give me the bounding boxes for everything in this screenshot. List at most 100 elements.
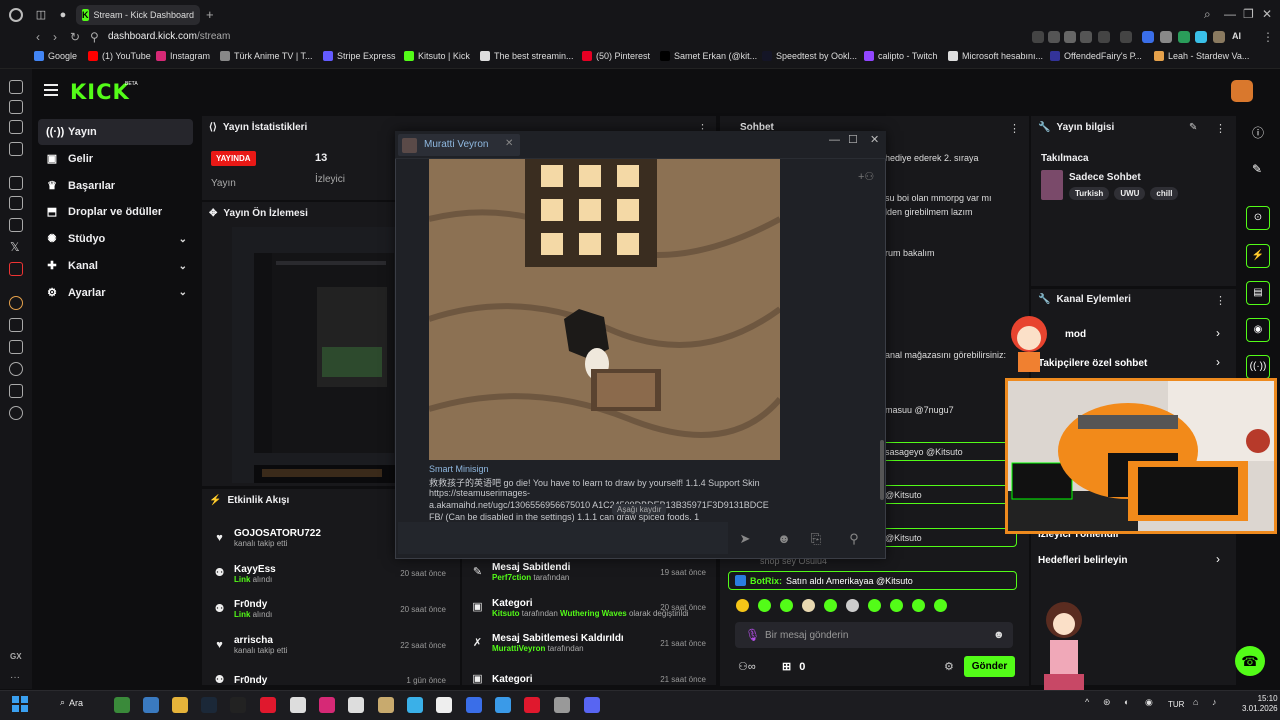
- extension-icon[interactable]: [1048, 31, 1060, 43]
- bookmark-item[interactable]: Microsoft hesabını...: [948, 51, 1043, 61]
- chevron-down-icon[interactable]: ⌄: [179, 234, 187, 245]
- quick-action-broadcast[interactable]: ((·)): [1246, 355, 1270, 379]
- emote-icon[interactable]: [824, 599, 837, 612]
- activity-user[interactable]: arrischa: [234, 635, 287, 646]
- forward-button[interactable]: ›: [53, 30, 57, 44]
- steam-scrollbar[interactable]: [880, 440, 884, 500]
- category-thumbnail[interactable]: [1041, 170, 1063, 200]
- rail-box-icon[interactable]: [9, 384, 23, 398]
- sidebar-item-channel[interactable]: ✚ Kanal ⌄: [38, 253, 193, 279]
- steam-app-icon[interactable]: [201, 697, 217, 713]
- rail-chat-icon[interactable]: [9, 176, 23, 190]
- steam-emoticon-icon[interactable]: ☻: [770, 528, 798, 550]
- rail-settings-icon[interactable]: [9, 406, 23, 420]
- rail-discord-icon[interactable]: [9, 218, 23, 232]
- ai-button[interactable]: AI: [1232, 31, 1241, 41]
- microphone-icon[interactable]: 🎙: [745, 628, 760, 642]
- sidebar-item-studio[interactable]: ✺ Stüdyo ⌄: [38, 226, 193, 252]
- bookmark-item[interactable]: Instagram: [156, 51, 210, 61]
- volume-icon[interactable]: ♪: [1212, 697, 1217, 707]
- emote-icon[interactable]: [736, 599, 749, 612]
- rail-instagram-icon[interactable]: [9, 100, 23, 114]
- actions-more-icon[interactable]: ⋮: [1215, 294, 1226, 307]
- browser-menu-icon[interactable]: ⋮: [1262, 30, 1274, 44]
- chat-settings-icon[interactable]: ⚙: [944, 660, 954, 673]
- extension-icon[interactable]: [1160, 31, 1172, 43]
- profile-avatar[interactable]: [1213, 31, 1225, 43]
- rail-app-icon[interactable]: [9, 142, 23, 156]
- activity-user[interactable]: Fr0ndy: [234, 675, 267, 686]
- edit-icon[interactable]: ✎: [1189, 122, 1197, 133]
- bookmark-item[interactable]: calipto - Twitch: [864, 51, 937, 61]
- steam-send-icon[interactable]: ➤: [731, 528, 759, 550]
- tab-kick-dashboard[interactable]: K Stream - Kick Dashboard: [76, 5, 200, 25]
- site-info-icon[interactable]: ⚲: [90, 30, 99, 44]
- activity-user[interactable]: GOJOSATORU722: [234, 528, 321, 539]
- emote-icon[interactable]: [934, 599, 947, 612]
- tray-icon[interactable]: ◉: [1145, 697, 1153, 708]
- play-extension-icon[interactable]: [1098, 31, 1110, 43]
- activity-user[interactable]: Fr0ndy: [234, 599, 272, 610]
- sidebar-item-broadcast[interactable]: ((·)) Yayın: [38, 119, 193, 145]
- steam-message-input[interactable]: [398, 522, 728, 554]
- action-mod[interactable]: mod: [1065, 329, 1086, 340]
- steam-attach-icon[interactable]: ⎘: [802, 528, 830, 550]
- rail-x-icon[interactable]: 𝕏: [10, 240, 20, 254]
- language-indicator[interactable]: TUR: [1168, 700, 1184, 709]
- bookmark-item[interactable]: The best streamin...: [480, 51, 574, 61]
- bookmark-item[interactable]: Leah - Stardew Va...: [1154, 51, 1249, 61]
- steam-minimize-button[interactable]: —: [829, 134, 840, 146]
- minimize-button[interactable]: —: [1224, 7, 1236, 21]
- file-app-icon[interactable]: [436, 697, 452, 713]
- extension-icon[interactable]: [1178, 31, 1190, 43]
- support-button[interactable]: ☎: [1235, 646, 1265, 676]
- tray-icon[interactable]: ◐: [1124, 697, 1129, 707]
- stream-tag[interactable]: UWU: [1114, 187, 1146, 200]
- users-icon[interactable]: ⚇∞: [738, 660, 756, 673]
- url-field[interactable]: dashboard.kick.com/stream: [108, 31, 230, 42]
- kick-logo[interactable]: KICK: [70, 80, 130, 104]
- app-icon[interactable]: [495, 697, 511, 713]
- scroll-down-button[interactable]: Aşağı kaydır: [612, 504, 667, 515]
- chevron-right-icon[interactable]: ›: [1216, 326, 1220, 340]
- extension-icon[interactable]: [1080, 31, 1092, 43]
- emote-icon[interactable]: [802, 599, 815, 612]
- chevron-down-icon[interactable]: ⌄: [179, 261, 187, 272]
- emote-icon[interactable]: [846, 599, 859, 612]
- clock[interactable]: 15:10 3.01.2026: [1242, 694, 1278, 714]
- search-tabs-icon[interactable]: ⌕: [1204, 7, 1211, 22]
- sidebar-item-trophy[interactable]: ♛ Başarılar: [38, 173, 193, 199]
- start-button[interactable]: [12, 696, 28, 712]
- steam-maximize-button[interactable]: ☐: [848, 133, 858, 146]
- add-friend-icon[interactable]: +⚇: [858, 170, 874, 183]
- tray-overflow-icon[interactable]: ^: [1085, 697, 1089, 707]
- bookmark-item[interactable]: Stripe Express: [323, 51, 396, 61]
- reload-button[interactable]: ↻: [70, 30, 80, 44]
- emote-icon[interactable]: [780, 599, 793, 612]
- opera-gx-icon[interactable]: [260, 697, 276, 713]
- bookmark-item[interactable]: (1) YouTube: [88, 51, 151, 61]
- bookmark-item[interactable]: Kitsuto | Kick: [404, 51, 470, 61]
- info-icon[interactable]: ⓘ: [1252, 124, 1264, 141]
- shared-screenshot[interactable]: [428, 159, 783, 460]
- desktop-app-icon[interactable]: [143, 697, 159, 713]
- emote-icon[interactable]: [890, 599, 903, 612]
- media-app-icon[interactable]: [290, 697, 306, 713]
- botrix-name[interactable]: BotRix:: [750, 576, 782, 586]
- app-icon[interactable]: [524, 697, 540, 713]
- stream-tag[interactable]: chill: [1150, 187, 1179, 200]
- bookmark-item[interactable]: Google: [34, 51, 77, 61]
- info-more-icon[interactable]: ⋮: [1215, 122, 1226, 135]
- rail-gx-icon[interactable]: GX: [10, 652, 22, 661]
- chat-more-icon[interactable]: ⋮: [1009, 122, 1020, 135]
- steam-message-line[interactable]: https://steamuserimages-: [429, 488, 530, 498]
- settings-app-icon[interactable]: [554, 697, 570, 713]
- file-explorer-icon[interactable]: [172, 697, 188, 713]
- steam-close-button[interactable]: ✕: [870, 133, 879, 146]
- app-icon[interactable]: [407, 697, 423, 713]
- rail-list-icon[interactable]: [9, 340, 23, 354]
- emote-icon[interactable]: [758, 599, 771, 612]
- sidebar-item-gift[interactable]: ⬒ Droplar ve ödüller: [38, 199, 193, 225]
- extension-icon[interactable]: [1120, 31, 1132, 43]
- chevron-right-icon[interactable]: ›: [1216, 552, 1220, 566]
